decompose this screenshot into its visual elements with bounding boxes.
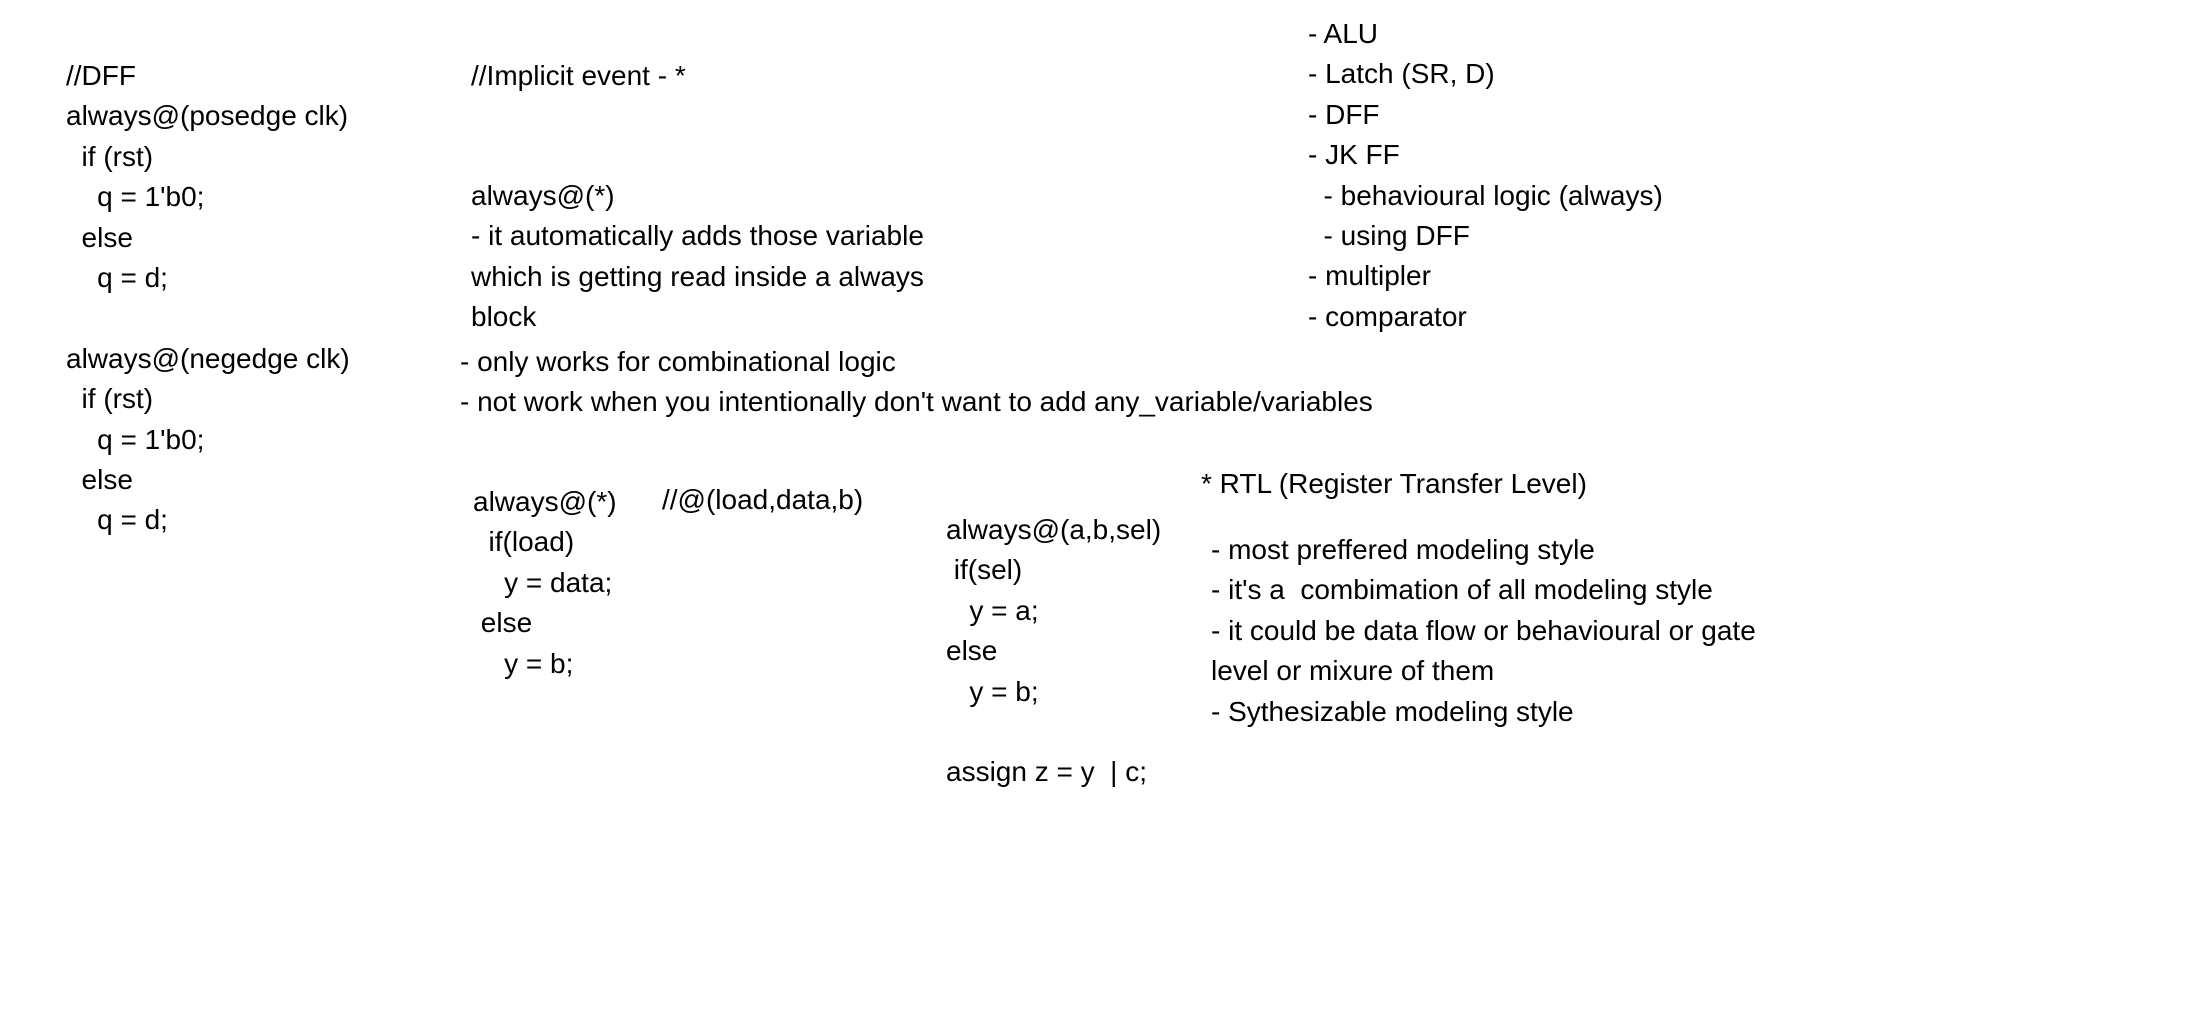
example-sel-line: y = a; — [946, 594, 1039, 626]
example-sel-code: always@(a,b,sel) if(sel) y = a; else y =… — [946, 510, 1161, 793]
example-sel-line: y = b; — [946, 675, 1039, 707]
dff-notes: //DFF always@(posedge clk) if (rst) q = … — [66, 56, 350, 541]
example-sel-line: assign z = y | c; — [946, 756, 1148, 788]
rtl-line: - it's a combimation of all modeling sty… — [1211, 574, 1713, 606]
example-star-line: if(load) — [473, 526, 575, 558]
example-star-line: y = data; — [473, 566, 613, 598]
dff-line: always@(negedge clk) — [66, 342, 350, 374]
example-star-code: always@(*) if(load) y = data; else y = b… — [473, 482, 617, 684]
rtl-title-block: * RTL (Register Transfer Level) — [1201, 464, 1587, 504]
rtl-notes: - most preffered modeling style - it's a… — [1211, 530, 1756, 732]
example-star-line: y = b; — [473, 647, 574, 679]
dff-line: else — [66, 463, 133, 495]
dff-line — [66, 298, 350, 338]
example-star-line: else — [473, 607, 533, 639]
topic-item: - JK FF — [1308, 139, 1400, 171]
example-star-comment: //@(load,data,b) — [662, 484, 864, 515]
implicit-event-title: //Implicit event - * — [471, 60, 686, 91]
implicit-event-notes: always@(*) - it automatically adds those… — [471, 176, 924, 338]
example-sel-line: if(sel) — [946, 554, 1023, 586]
rtl-line: - it could be data flow or behavioural o… — [1211, 614, 1756, 646]
rtl-line: level or mixure of them — [1211, 655, 1495, 687]
dff-line: q = 1'b0; — [66, 423, 205, 455]
rtl-line: - Sythesizable modeling style — [1211, 695, 1574, 727]
dff-line: q = d; — [66, 504, 168, 536]
implicit-event-line: always@(*) — [471, 180, 615, 211]
combinational-line: - not work when you intentionally don't … — [460, 386, 1373, 418]
implicit-event-line: block — [471, 301, 537, 333]
topic-item: - behavioural logic (always) — [1308, 179, 1663, 211]
topic-item: - DFF — [1308, 98, 1380, 130]
rtl-title: * RTL (Register Transfer Level) — [1201, 468, 1587, 499]
implicit-event-line: - it automatically adds those variable — [471, 220, 924, 252]
example-sel-line: else — [946, 635, 998, 667]
topic-item: - using DFF — [1308, 219, 1470, 251]
topic-item: - comparator — [1308, 300, 1467, 332]
rtl-line: - most preffered modeling style — [1211, 534, 1595, 565]
topic-item: - multipler — [1308, 260, 1431, 292]
example-star-comment-block: //@(load,data,b) — [662, 480, 863, 520]
dff-line: //DFF — [66, 60, 136, 91]
dff-line: else — [66, 221, 133, 253]
dff-line: q = 1'b0; — [66, 181, 205, 213]
dff-line: if (rst) — [66, 383, 154, 415]
dff-line: q = d; — [66, 261, 168, 293]
combinational-notes: - only works for combinational logic - n… — [460, 342, 1373, 423]
example-star-line: always@(*) — [473, 486, 617, 517]
dff-line: if (rst) — [66, 140, 154, 172]
example-sel-line: always@(a,b,sel) — [946, 514, 1162, 545]
topic-list: - ALU - Latch (SR, D) - DFF - JK FF - be… — [1308, 14, 1663, 337]
topic-item: - Latch (SR, D) — [1308, 58, 1495, 90]
dff-line: always@(posedge clk) — [66, 100, 349, 132]
implicit-event-title-block: //Implicit event - * — [471, 56, 686, 96]
implicit-event-line: which is getting read inside a always — [471, 260, 924, 292]
example-sel-line — [946, 712, 1161, 752]
topic-item: - ALU — [1308, 18, 1379, 49]
combinational-line: - only works for combinational logic — [460, 346, 896, 377]
